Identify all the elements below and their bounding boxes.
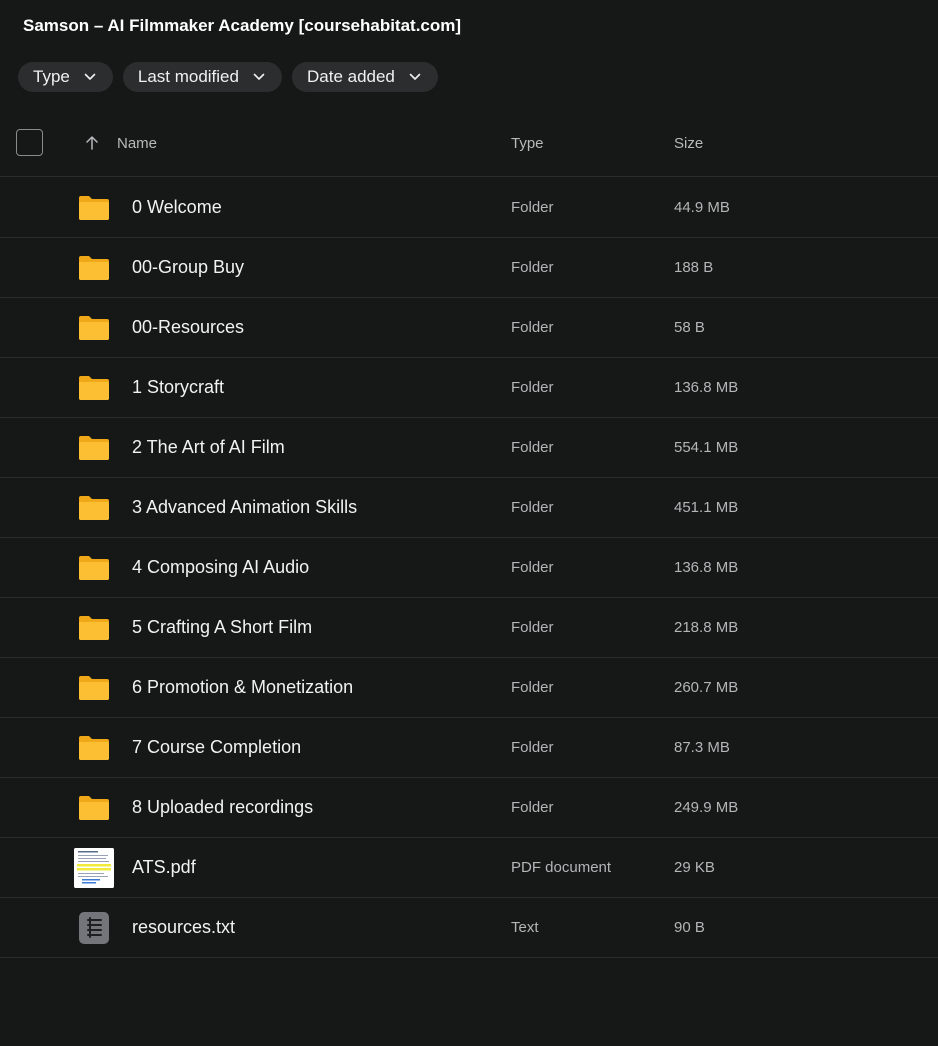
file-size: 90 B (674, 919, 705, 936)
folder-icon (79, 436, 109, 460)
file-size: 44.9 MB (674, 199, 730, 216)
filter-bar: Type Last modified Date added (18, 62, 438, 92)
list-item[interactable]: 6 Promotion & Monetization Folder 260.7 … (0, 658, 938, 718)
list-item[interactable]: 3 Advanced Animation Skills Folder 451.1… (0, 478, 938, 538)
select-all-checkbox[interactable] (16, 129, 43, 156)
file-size: 136.8 MB (674, 379, 739, 396)
file-name: resources.txt (132, 917, 236, 937)
file-browser: Samson – AI Filmmaker Academy [coursehab… (0, 0, 938, 1046)
file-size: 451.1 MB (674, 499, 739, 516)
filter-last-modified-button[interactable]: Last modified (122, 62, 282, 92)
file-type: Folder (511, 499, 554, 516)
file-list: 0 Welcome Folder 44.9 MB 00-Group Buy Fo… (0, 178, 938, 958)
list-item[interactable]: ATS.pdf PDF document 29 KB (0, 838, 938, 898)
list-item[interactable]: 5 Crafting A Short Film Folder 218.8 MB (0, 598, 938, 658)
file-size: 58 B (674, 319, 705, 336)
file-name: 1 Storycraft (132, 377, 225, 397)
file-type: Folder (511, 379, 554, 396)
file-name: 0 Welcome (132, 197, 222, 217)
chevron-down-icon (253, 73, 265, 80)
pdf-thumbnail-icon (74, 848, 114, 888)
column-header-name[interactable]: Name (117, 135, 157, 152)
folder-icon (79, 676, 109, 700)
file-name: 4 Composing AI Audio (132, 557, 310, 577)
file-name: 3 Advanced Animation Skills (132, 497, 358, 517)
file-size: 218.8 MB (674, 619, 739, 636)
text-file-icon (79, 912, 109, 944)
file-type: PDF document (511, 859, 612, 876)
list-item[interactable]: 7 Course Completion Folder 87.3 MB (0, 718, 938, 778)
list-item[interactable]: 00-Resources Folder 58 B (0, 298, 938, 358)
list-item[interactable]: 4 Composing AI Audio Folder 136.8 MB (0, 538, 938, 598)
page-title: Samson – AI Filmmaker Academy [coursehab… (23, 16, 462, 35)
filter-date-added-label: Date added (306, 67, 395, 86)
file-type: Folder (511, 619, 554, 636)
file-name: 5 Crafting A Short Film (132, 617, 313, 637)
folder-icon (79, 256, 109, 280)
chevron-down-icon (84, 73, 96, 80)
folder-icon (79, 556, 109, 580)
list-item[interactable]: 8 Uploaded recordings Folder 249.9 MB (0, 778, 938, 838)
file-type: Folder (511, 799, 554, 816)
list-item[interactable]: resources.txt Text 90 B (0, 898, 938, 958)
folder-icon (79, 196, 109, 220)
file-size: 29 KB (674, 859, 715, 876)
file-size: 188 B (674, 259, 714, 276)
file-type: Text (511, 919, 539, 936)
file-size: 554.1 MB (674, 439, 739, 456)
file-size: 249.9 MB (674, 799, 739, 816)
file-type: Folder (511, 739, 554, 756)
file-name: 6 Promotion & Monetization (132, 677, 354, 697)
file-name: 00-Group Buy (132, 257, 245, 277)
file-name: 00-Resources (132, 317, 245, 337)
folder-icon (79, 496, 109, 520)
file-name: 2 The Art of AI Film (132, 437, 285, 457)
folder-icon (79, 616, 109, 640)
filter-date-added-button[interactable]: Date added (291, 62, 438, 92)
table-header: Name Type Size (0, 110, 938, 177)
file-type: Folder (511, 199, 554, 216)
file-type: Folder (511, 319, 554, 336)
folder-icon (79, 376, 109, 400)
file-name: ATS.pdf (132, 857, 196, 877)
list-item[interactable]: 00-Group Buy Folder 188 B (0, 238, 938, 298)
list-item[interactable]: 1 Storycraft Folder 136.8 MB (0, 358, 938, 418)
folder-icon (79, 796, 109, 820)
folder-icon (79, 736, 109, 760)
file-type: Folder (511, 559, 554, 576)
file-name: 7 Course Completion (132, 737, 302, 757)
file-type: Folder (511, 679, 554, 696)
column-header-type[interactable]: Type (511, 135, 544, 152)
filter-type-button[interactable]: Type (18, 62, 113, 92)
list-item[interactable]: 0 Welcome Folder 44.9 MB (0, 178, 938, 238)
file-name: 8 Uploaded recordings (132, 797, 314, 817)
file-size: 87.3 MB (674, 739, 730, 756)
file-type: Folder (511, 439, 554, 456)
filter-type-label: Type (33, 67, 70, 86)
file-size: 260.7 MB (674, 679, 739, 696)
file-size: 136.8 MB (674, 559, 739, 576)
file-type: Folder (511, 259, 554, 276)
folder-icon (79, 316, 109, 340)
column-header-size[interactable]: Size (674, 135, 703, 152)
list-item[interactable]: 2 The Art of AI Film Folder 554.1 MB (0, 418, 938, 478)
sort-ascending-icon[interactable] (84, 135, 100, 151)
filter-last-modified-label: Last modified (137, 67, 239, 86)
chevron-down-icon (409, 73, 421, 80)
